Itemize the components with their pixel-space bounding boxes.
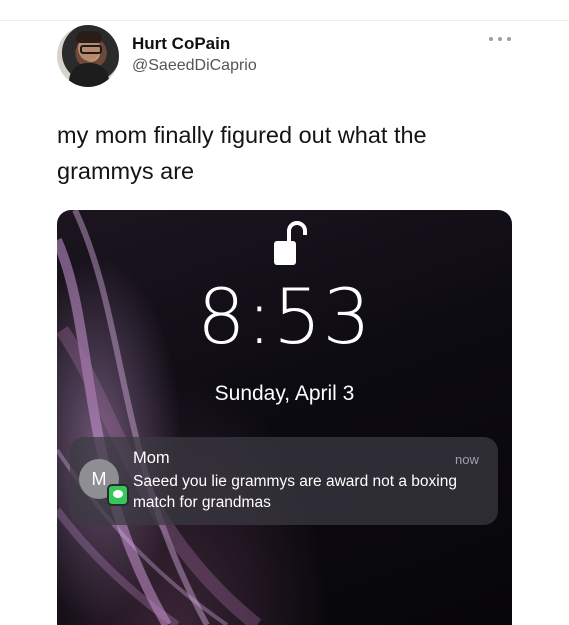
lockscreen-time: 8:53: [197, 272, 372, 361]
tweet-text: my mom finally figured out what the gram…: [57, 122, 427, 184]
avatar-hair: [76, 31, 102, 43]
unlocked-padlock-icon: [274, 221, 307, 265]
avatar-shirt: [69, 63, 109, 87]
notification-message: Saeed you lie grammys are award not a bo…: [133, 473, 457, 511]
notification-sender: Mom: [133, 449, 170, 467]
author-handle[interactable]: @SaeedDiCaprio: [132, 57, 257, 75]
messages-app-icon: [107, 484, 129, 506]
notification-timestamp: now: [455, 452, 479, 467]
more-options-icon[interactable]: [489, 34, 511, 44]
avatar-glasses: [80, 45, 102, 54]
author-name[interactable]: Hurt CoPain: [132, 34, 230, 54]
lockscreen-date: Sunday, April 3: [214, 382, 355, 405]
top-divider: [0, 20, 569, 21]
author-avatar[interactable]: [57, 25, 119, 87]
